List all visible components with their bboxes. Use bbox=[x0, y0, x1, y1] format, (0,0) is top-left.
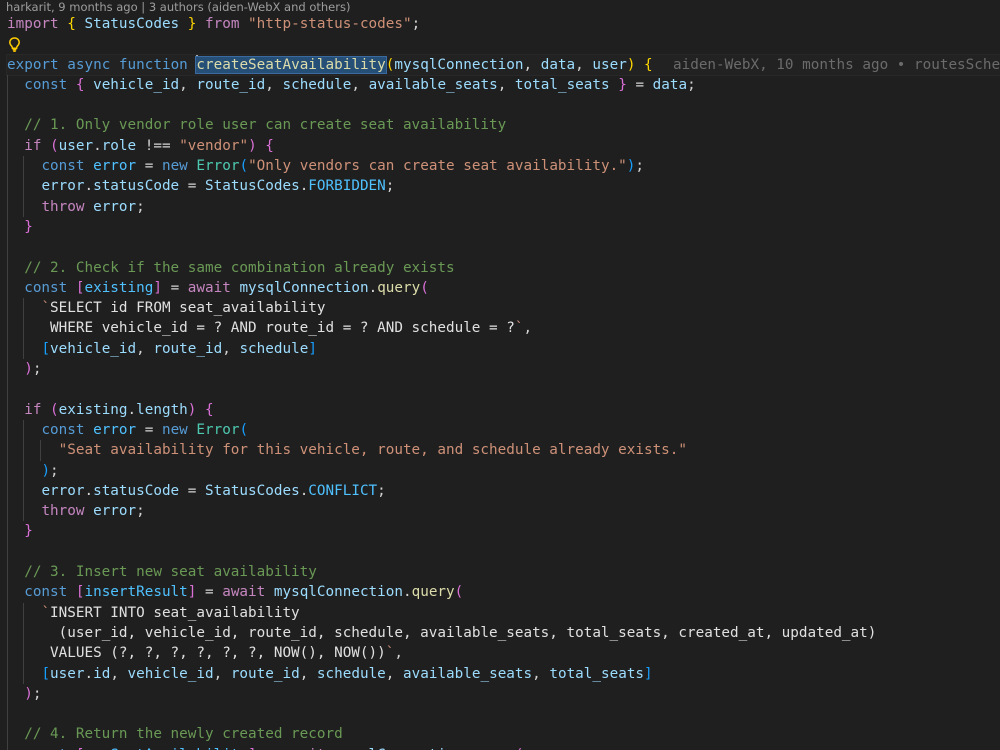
code-line[interactable]: WHERE vehicle_id = ? AND route_id = ? AN… bbox=[7, 318, 1000, 339]
code-line[interactable]: VALUES (?, ?, ?, ?, ?, ?, NOW(), NOW())`… bbox=[7, 643, 1000, 664]
code-line[interactable]: [user.id, vehicle_id, route_id, schedule… bbox=[7, 663, 1000, 684]
code-line[interactable] bbox=[7, 237, 1000, 258]
code-line[interactable]: const error = new Error( bbox=[7, 419, 1000, 441]
code-line[interactable]: // 4. Return the newly created record bbox=[7, 724, 1000, 745]
code-area[interactable]: import { StatusCodes } from "http-status… bbox=[6, 14, 1000, 750]
code-line[interactable]: error.statusCode = StatusCodes.CONFLICT; bbox=[7, 480, 1000, 502]
code-line[interactable] bbox=[7, 379, 1000, 400]
code-line[interactable]: error.statusCode = StatusCodes.FORBIDDEN… bbox=[7, 176, 1000, 197]
code-line[interactable]: "Seat availability for this vehicle, rou… bbox=[7, 440, 1000, 461]
code-line[interactable]: } bbox=[7, 216, 1000, 238]
code-line[interactable] bbox=[7, 34, 1000, 54]
code-line[interactable]: ); bbox=[7, 359, 1000, 380]
code-line[interactable]: const error = new Error("Only vendors ca… bbox=[7, 156, 1000, 177]
code-line[interactable]: ); bbox=[7, 683, 1000, 705]
code-line[interactable]: const [existing] = await mysqlConnection… bbox=[7, 277, 1000, 299]
code-line[interactable]: // 1. Only vendor role user can create s… bbox=[7, 115, 1000, 136]
code-line[interactable]: // 2. Check if the same combination alre… bbox=[7, 257, 1000, 278]
code-line[interactable] bbox=[7, 95, 1000, 116]
code-line[interactable]: // 3. Insert new seat availability bbox=[7, 562, 1000, 583]
git-blame-header[interactable]: harkarit, 9 months ago | 3 authors (aide… bbox=[6, 0, 350, 14]
code-line[interactable]: const { vehicle_id, route_id, schedule, … bbox=[7, 74, 1000, 96]
code-line[interactable]: if (existing.length) { bbox=[7, 399, 1000, 420]
code-line[interactable]: throw error; bbox=[7, 196, 1000, 217]
code-line[interactable] bbox=[7, 541, 1000, 563]
code-line[interactable]: import { StatusCodes } from "http-status… bbox=[7, 14, 1000, 34]
code-line[interactable]: ); bbox=[7, 460, 1000, 481]
selected-word[interactable]: createSeatAvailability bbox=[195, 55, 387, 74]
code-line[interactable]: const [newSeatAvailability] = await mysq… bbox=[7, 744, 1000, 750]
code-line[interactable] bbox=[7, 704, 1000, 725]
code-line[interactable]: `INSERT INTO seat_availability bbox=[7, 602, 1000, 623]
code-editor[interactable]: harkarit, 9 months ago | 3 authors (aide… bbox=[0, 0, 1000, 750]
git-blame-inline: aiden-WebX, 10 months ago • routesSchedu bbox=[673, 56, 1000, 73]
code-line[interactable]: throw error; bbox=[7, 501, 1000, 522]
code-line[interactable]: const [insertResult] = await mysqlConnec… bbox=[7, 582, 1000, 603]
code-line[interactable]: `SELECT id FROM seat_availability bbox=[7, 298, 1000, 319]
code-line[interactable]: [vehicle_id, route_id, schedule] bbox=[7, 338, 1000, 360]
code-line[interactable]: (user_id, vehicle_id, route_id, schedule… bbox=[7, 622, 1000, 644]
code-line[interactable]: if (user.role !== "vendor") { bbox=[7, 135, 1000, 157]
code-line[interactable]: } bbox=[7, 521, 1000, 542]
code-line-current[interactable]: export async function createSeatAvailabi… bbox=[6, 53, 1000, 76]
